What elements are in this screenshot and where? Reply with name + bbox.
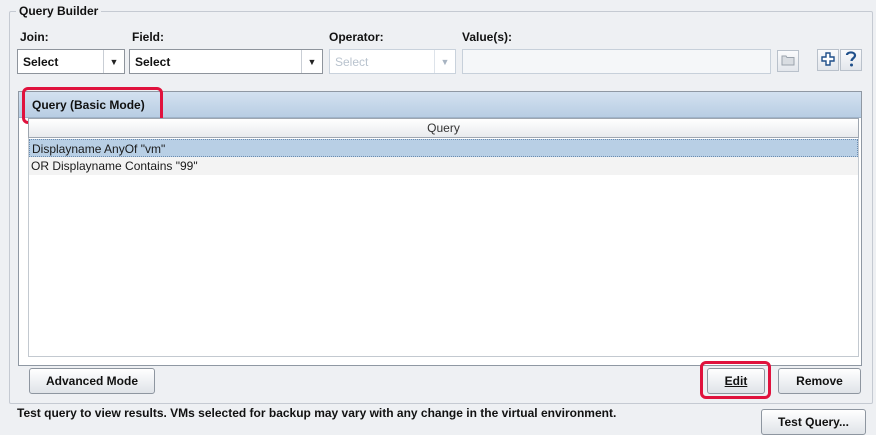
list-item[interactable]: OR Displayname Contains "99" — [29, 157, 858, 175]
advanced-mode-label: Advanced Mode — [45, 374, 138, 388]
edit-button[interactable]: Edit — [707, 368, 765, 394]
help-icon — [844, 50, 858, 71]
operator-select[interactable]: Select ▼ — [329, 49, 456, 74]
advanced-mode-button[interactable]: Advanced Mode — [29, 368, 155, 394]
add-button[interactable] — [817, 49, 839, 71]
operator-label: Operator: — [329, 30, 384, 44]
column-header-query[interactable]: Query — [28, 118, 859, 138]
status-text: Test query to view results. VMs selected… — [17, 406, 617, 420]
operator-select-value: Select — [335, 55, 369, 69]
group-title: Query Builder — [16, 4, 102, 18]
help-button[interactable] — [840, 49, 862, 71]
values-label: Value(s): — [462, 30, 513, 44]
test-query-button[interactable]: Test Query... — [761, 409, 866, 435]
chevron-down-icon[interactable]: ▼ — [301, 50, 322, 73]
browse-button[interactable] — [777, 50, 799, 72]
folder-icon — [781, 54, 795, 69]
remove-label: Remove — [796, 374, 843, 388]
join-select-value: Select — [23, 55, 59, 69]
remove-button[interactable]: Remove — [778, 368, 861, 394]
join-label: Join: — [20, 30, 49, 44]
field-label: Field: — [132, 30, 164, 44]
chevron-down-icon[interactable]: ▼ — [434, 50, 455, 73]
values-input[interactable] — [462, 49, 771, 74]
add-icon — [820, 51, 836, 70]
join-select[interactable]: Select ▼ — [17, 49, 125, 74]
chevron-down-icon[interactable]: ▼ — [103, 50, 124, 73]
field-select-value: Select — [135, 55, 171, 69]
field-select[interactable]: Select ▼ — [129, 49, 323, 74]
edit-label: Edit — [724, 374, 748, 388]
panel-title: Query (Basic Mode) — [32, 98, 145, 112]
query-list[interactable]: Displayname AnyOf "vm" OR Displayname Co… — [28, 138, 859, 357]
test-query-label: Test Query... — [778, 415, 849, 429]
list-item[interactable]: Displayname AnyOf "vm" — [29, 139, 858, 157]
